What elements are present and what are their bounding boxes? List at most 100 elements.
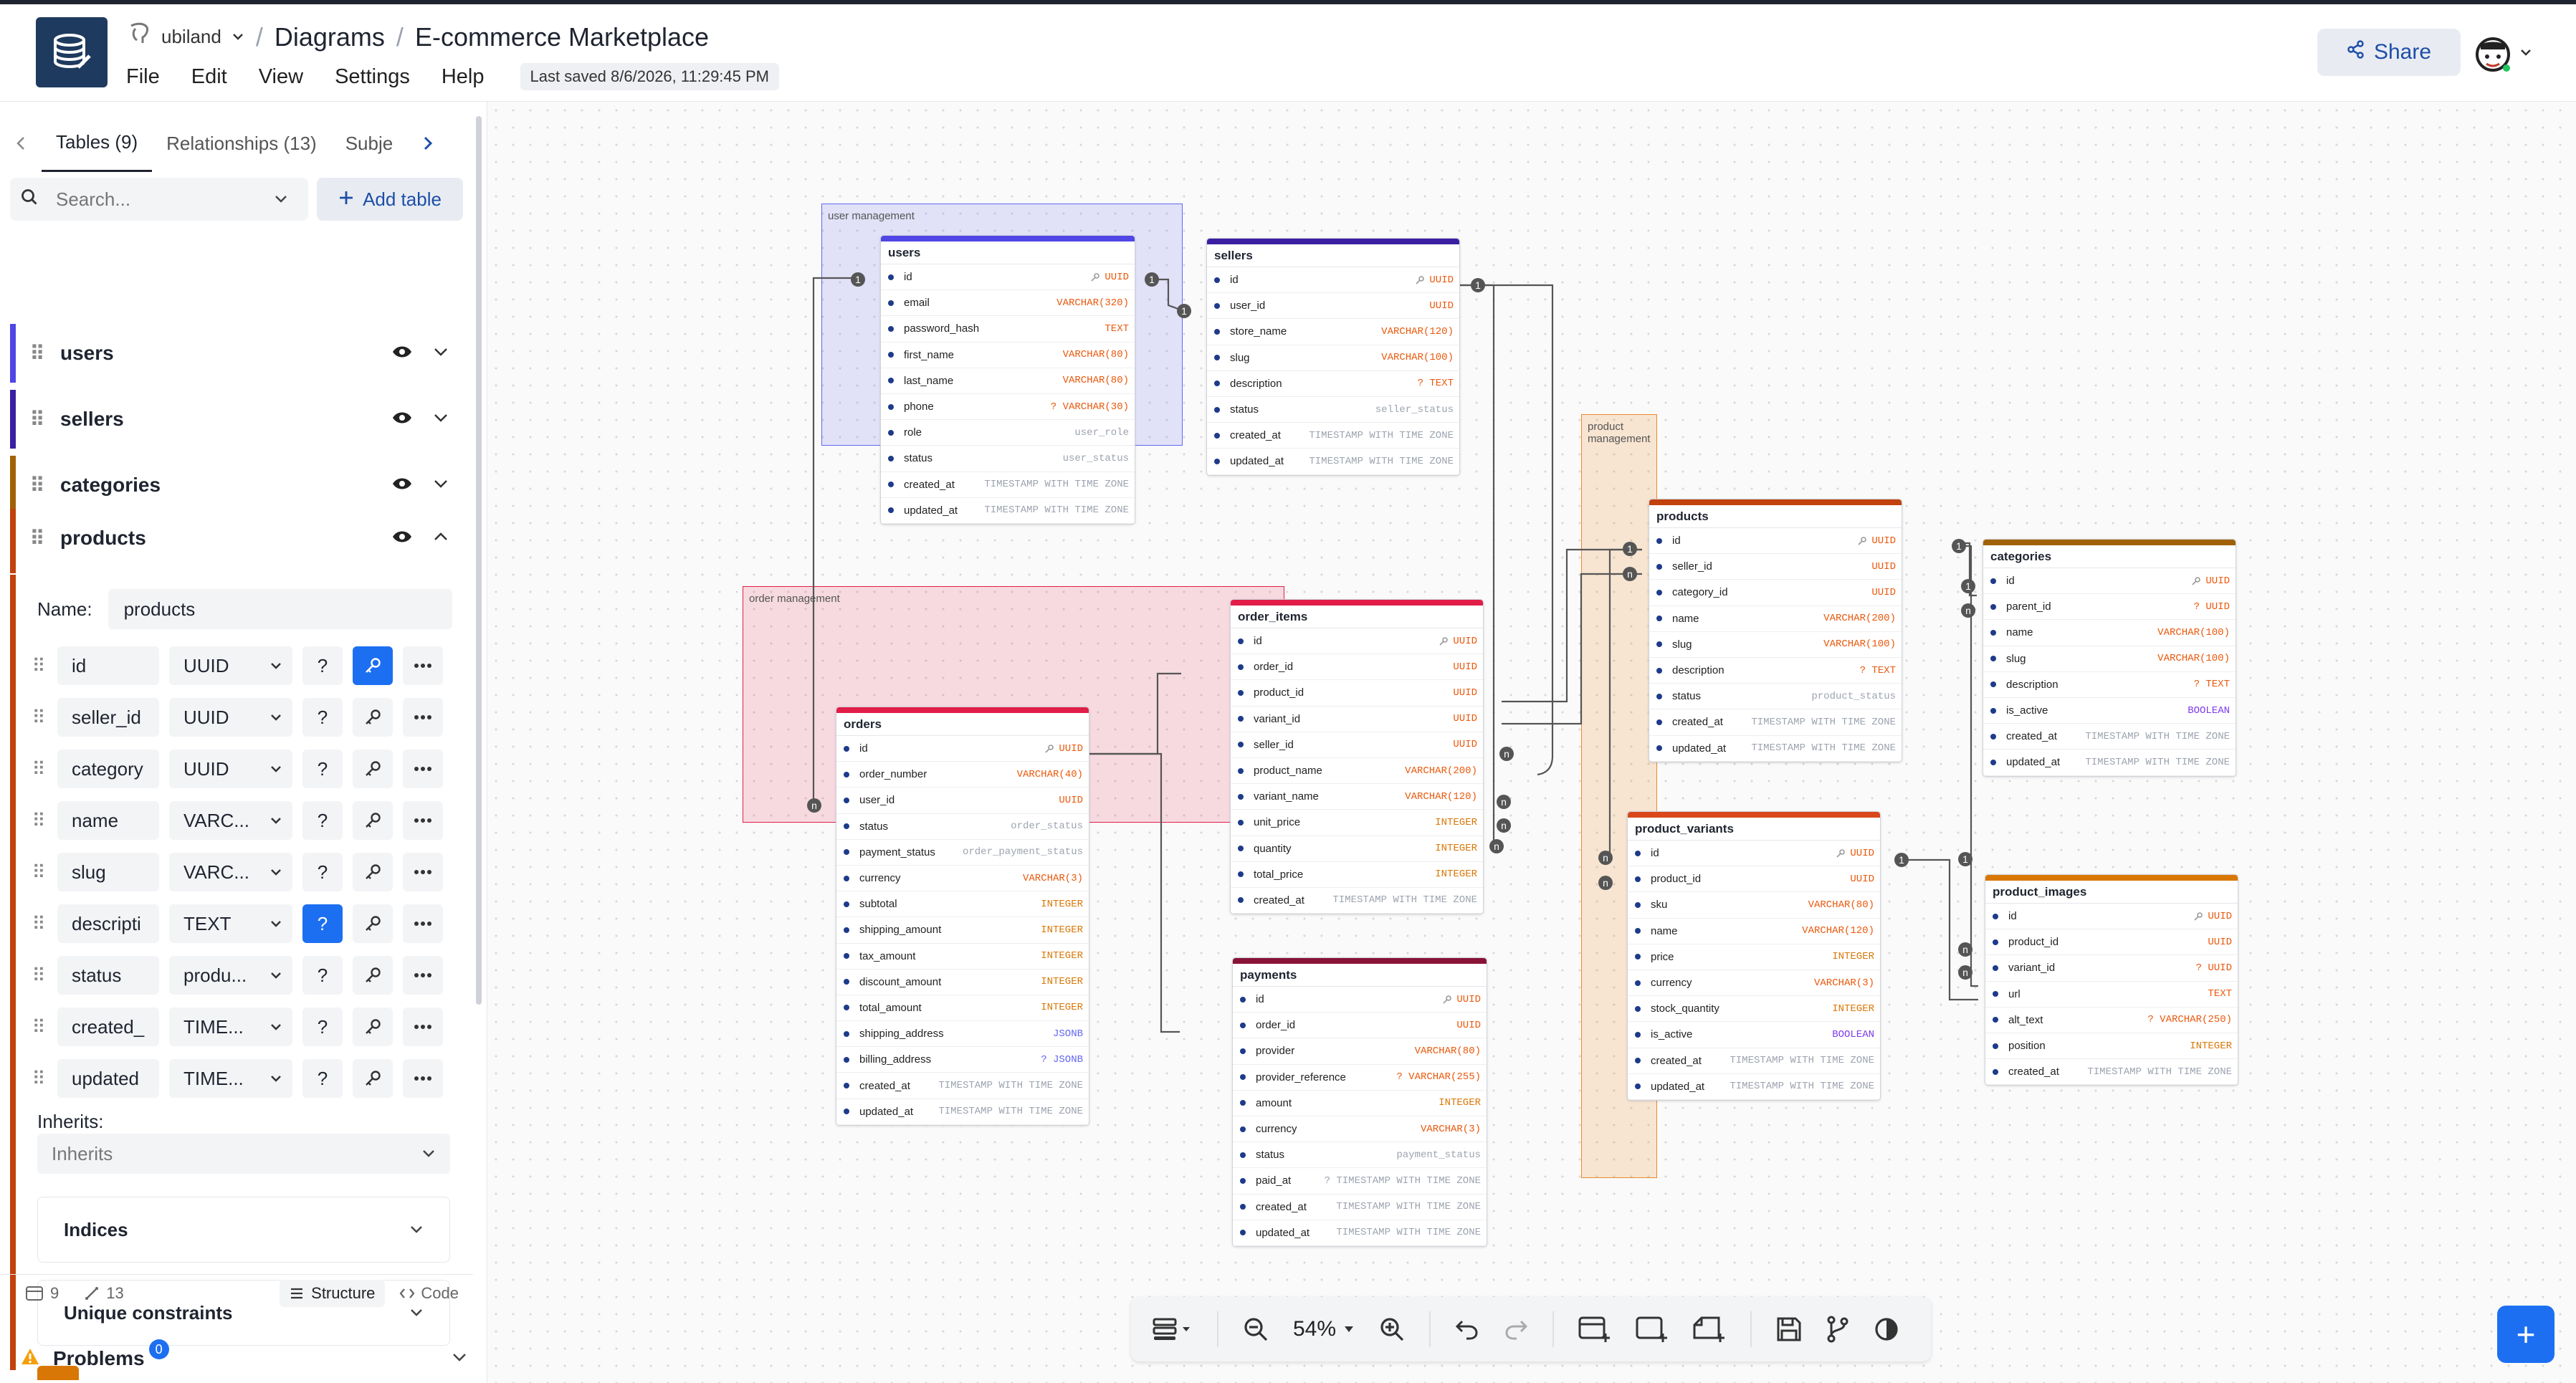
diagram-column[interactable]: tax_amount INTEGER [836, 944, 1089, 970]
field-more-button[interactable] [403, 1008, 443, 1046]
diagram-column[interactable]: position INTEGER [1985, 1033, 2238, 1060]
diagram-column[interactable]: name VARCHAR(120) [1628, 919, 1880, 944]
diagram-column[interactable]: parent_id ? UUID [1983, 594, 2236, 621]
tab-tables[interactable]: Tables (9) [42, 115, 153, 172]
menu-help[interactable]: Help [442, 65, 485, 89]
search-input[interactable] [56, 188, 257, 211]
diagram-column[interactable]: order_id UUID [1231, 654, 1483, 681]
add-table-button[interactable]: Add table [317, 178, 463, 221]
diagram-column[interactable]: slug VARCHAR(100) [1207, 345, 1459, 371]
menu-edit[interactable]: Edit [191, 65, 227, 89]
diagram-column[interactable]: id UUID [1985, 904, 2238, 930]
drag-handle-icon[interactable]: ⠿ [30, 758, 47, 780]
drag-handle-icon[interactable]: ⠿ [30, 655, 47, 677]
avatar[interactable] [2471, 33, 2514, 76]
diagram-column[interactable]: seller_id UUID [1649, 554, 1902, 580]
nullable-toggle[interactable]: ? [302, 904, 343, 943]
drag-handle-icon[interactable]: ⠿ [29, 342, 46, 365]
drag-handle-icon[interactable]: ⠿ [29, 474, 46, 497]
diagram-column[interactable]: name VARCHAR(100) [1983, 620, 2236, 646]
diagram-column[interactable]: id UUID [1233, 987, 1487, 1013]
diagram-column[interactable]: billing_address ? JSONB [836, 1047, 1089, 1073]
field-type-select[interactable]: VARC... [169, 853, 292, 891]
diagram-table-order_items[interactable]: order_items id UUID order_id UUID product_id U… [1230, 599, 1484, 915]
field-type-select[interactable]: produ... [169, 956, 292, 995]
diagram-column[interactable]: id UUID [881, 264, 1135, 291]
diagram-column[interactable]: status product_status [1649, 684, 1902, 710]
chevron-down-icon[interactable] [452, 1347, 467, 1370]
diagram-table-product_images[interactable]: product_images id UUID product_id UUID varian… [1985, 874, 2238, 1086]
drag-handle-icon[interactable]: ⠿ [30, 810, 47, 832]
primary-key-toggle[interactable] [353, 801, 393, 840]
field-more-button[interactable] [403, 904, 443, 943]
chevron-down-icon[interactable] [274, 188, 288, 211]
diagram-column[interactable]: variant_name VARCHAR(120) [1231, 784, 1483, 810]
field-more-button[interactable] [403, 750, 443, 788]
diagram-column[interactable]: total_amount INTEGER [836, 995, 1089, 1022]
table-item-sellers[interactable]: ⠿ sellers [10, 390, 469, 449]
tab-relationships[interactable]: Relationships (13) [152, 115, 331, 172]
nullable-toggle[interactable]: ? [302, 956, 343, 995]
redo-button[interactable] [1504, 1308, 1528, 1351]
diagram-column[interactable]: slug VARCHAR(100) [1649, 632, 1902, 658]
diagram-column[interactable]: price INTEGER [1628, 944, 1880, 970]
zoom-level-select[interactable]: 54% [1293, 1308, 1355, 1351]
save-button[interactable] [1776, 1308, 1802, 1351]
diagram-column[interactable]: email VARCHAR(320) [881, 290, 1135, 317]
primary-key-toggle[interactable] [353, 750, 393, 788]
chevron-down-icon[interactable] [2519, 46, 2532, 62]
diagram-table-header[interactable]: payments [1233, 958, 1487, 987]
diagram-column[interactable]: status payment_status [1233, 1142, 1487, 1169]
drag-handle-icon[interactable]: ⠿ [30, 1016, 47, 1038]
diagram-column[interactable]: id UUID [1207, 267, 1459, 294]
primary-key-toggle[interactable] [353, 904, 393, 943]
diagram-column[interactable]: status seller_status [1207, 397, 1459, 423]
diagram-column[interactable]: password_hash TEXT [881, 316, 1135, 343]
diagram-column[interactable]: seller_id UUID [1231, 732, 1483, 758]
diagram-column[interactable]: product_id UUID [1231, 680, 1483, 707]
diagram-table-orders[interactable]: orders id UUID order_number VARCHAR(40) user_… [836, 707, 1089, 1126]
diagram-column[interactable]: updated_at TIMESTAMP WITH TIME ZONE [836, 1099, 1089, 1125]
field-type-select[interactable]: UUID [169, 750, 292, 788]
diagram-column[interactable]: last_name VARCHAR(80) [881, 368, 1135, 394]
diagram-table-header[interactable]: orders [836, 707, 1089, 736]
menu-view[interactable]: View [259, 65, 303, 89]
tabs-scroll-left-icon[interactable] [0, 115, 42, 172]
diagram-column[interactable]: status user_status [881, 446, 1135, 472]
diagram-table-header[interactable]: users [881, 236, 1135, 264]
nullable-toggle[interactable]: ? [302, 1008, 343, 1046]
diagram-column[interactable]: provider VARCHAR(80) [1233, 1038, 1487, 1065]
diagram-table-header[interactable]: product_images [1985, 875, 2238, 904]
diagram-column[interactable]: product_id UUID [1628, 866, 1880, 893]
primary-key-toggle[interactable] [353, 698, 393, 737]
inherits-select[interactable]: Inherits [37, 1134, 450, 1174]
diagram-column[interactable]: order_id UUID [1233, 1013, 1487, 1039]
zoom-in-button[interactable] [1379, 1308, 1405, 1351]
diagram-column[interactable]: updated_at TIMESTAMP WITH TIME ZONE [1207, 449, 1459, 475]
diagram-column[interactable]: id UUID [836, 736, 1089, 762]
field-more-button[interactable] [403, 1059, 443, 1098]
table-item-categories[interactable]: ⠿ categories [10, 456, 469, 515]
diagram-column[interactable]: created_at TIMESTAMP WITH TIME ZONE [1983, 724, 2236, 750]
share-button[interactable]: Share [2317, 29, 2461, 76]
field-name-input[interactable]: name [57, 801, 159, 840]
table-name-input[interactable] [108, 589, 452, 629]
diagram-column[interactable]: updated_at TIMESTAMP WITH TIME ZONE [881, 498, 1135, 524]
diagram-column[interactable]: created_at TIMESTAMP WITH TIME ZONE [1231, 888, 1483, 914]
field-more-button[interactable] [403, 853, 443, 891]
diagram-column[interactable]: currency VARCHAR(3) [836, 866, 1089, 892]
drag-handle-icon[interactable]: ⠿ [30, 1068, 47, 1090]
field-more-button[interactable] [403, 956, 443, 995]
diagram-column[interactable]: currency VARCHAR(3) [1233, 1116, 1487, 1143]
diagram-column[interactable]: first_name VARCHAR(80) [881, 343, 1135, 368]
diagram-column[interactable]: created_at TIMESTAMP WITH TIME ZONE [1649, 709, 1902, 736]
diagram-column[interactable]: id UUID [1649, 528, 1902, 555]
table-search[interactable] [10, 178, 308, 221]
chevron-down-icon[interactable] [433, 474, 449, 497]
nullable-toggle[interactable]: ? [302, 853, 343, 891]
diagram-column[interactable]: category_id UUID [1649, 580, 1902, 606]
drag-handle-icon[interactable]: ⠿ [30, 965, 47, 987]
diagram-table-header[interactable]: categories [1983, 540, 2236, 568]
diagram-column[interactable]: id UUID [1983, 568, 2236, 595]
drag-handle-icon[interactable]: ⠿ [29, 527, 46, 550]
